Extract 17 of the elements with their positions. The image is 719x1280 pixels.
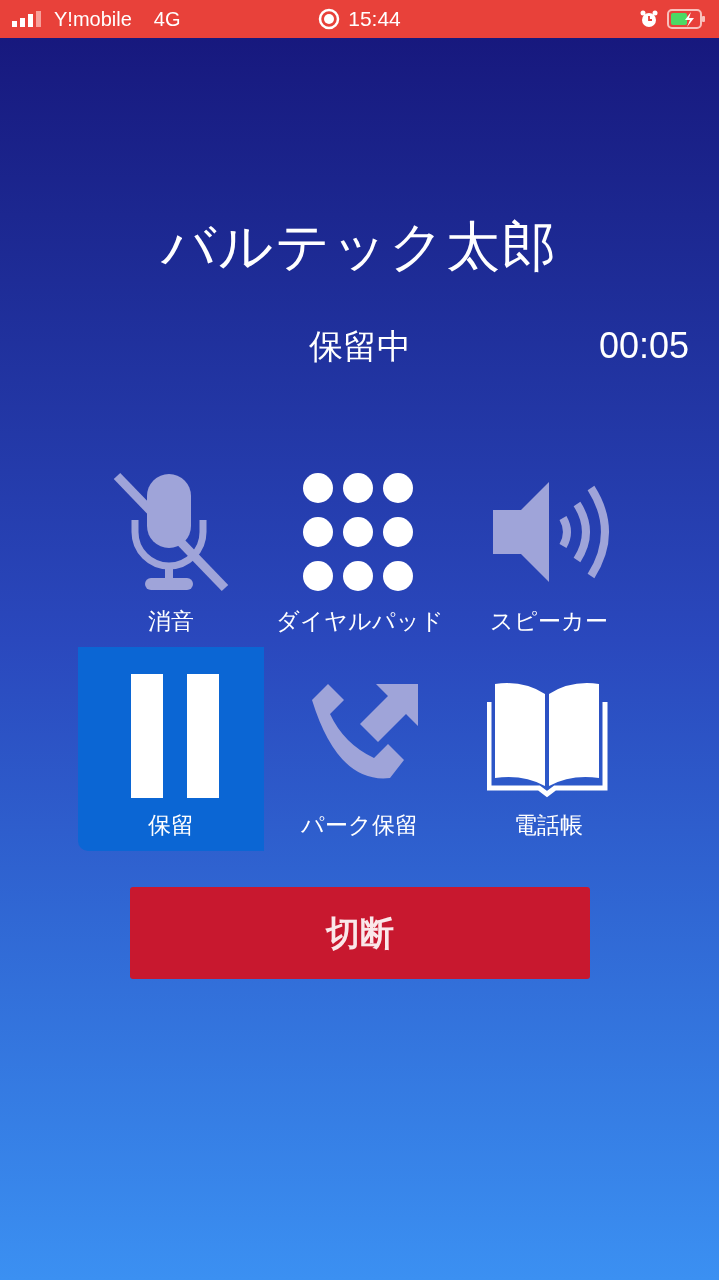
battery-icon — [667, 9, 707, 29]
call-action-button[interactable]: 消音 — [77, 443, 264, 647]
call-action-button[interactable]: 電話帳 — [455, 647, 642, 851]
alarm-icon — [639, 9, 659, 29]
record-icon — [318, 8, 341, 30]
call-status: 保留中 — [307, 325, 412, 367]
call-action-button[interactable]: スピーカー — [455, 443, 642, 647]
network-type: 4G — [153, 7, 181, 32]
call-action-button[interactable]: パーク保留 — [266, 647, 453, 851]
signal-icon — [12, 11, 44, 27]
call-action-button[interactable]: ダイヤルパッド — [266, 443, 453, 647]
carrier-name: Y!mobile — [54, 7, 132, 32]
caller-name: バルテック太郎 — [161, 215, 558, 278]
clock-time: 15:44 — [348, 6, 401, 33]
call-action-button[interactable]: 保留 — [77, 647, 264, 851]
end-call-button[interactable]: 切断 — [129, 887, 590, 979]
call-timer: 00:05 — [598, 324, 689, 368]
